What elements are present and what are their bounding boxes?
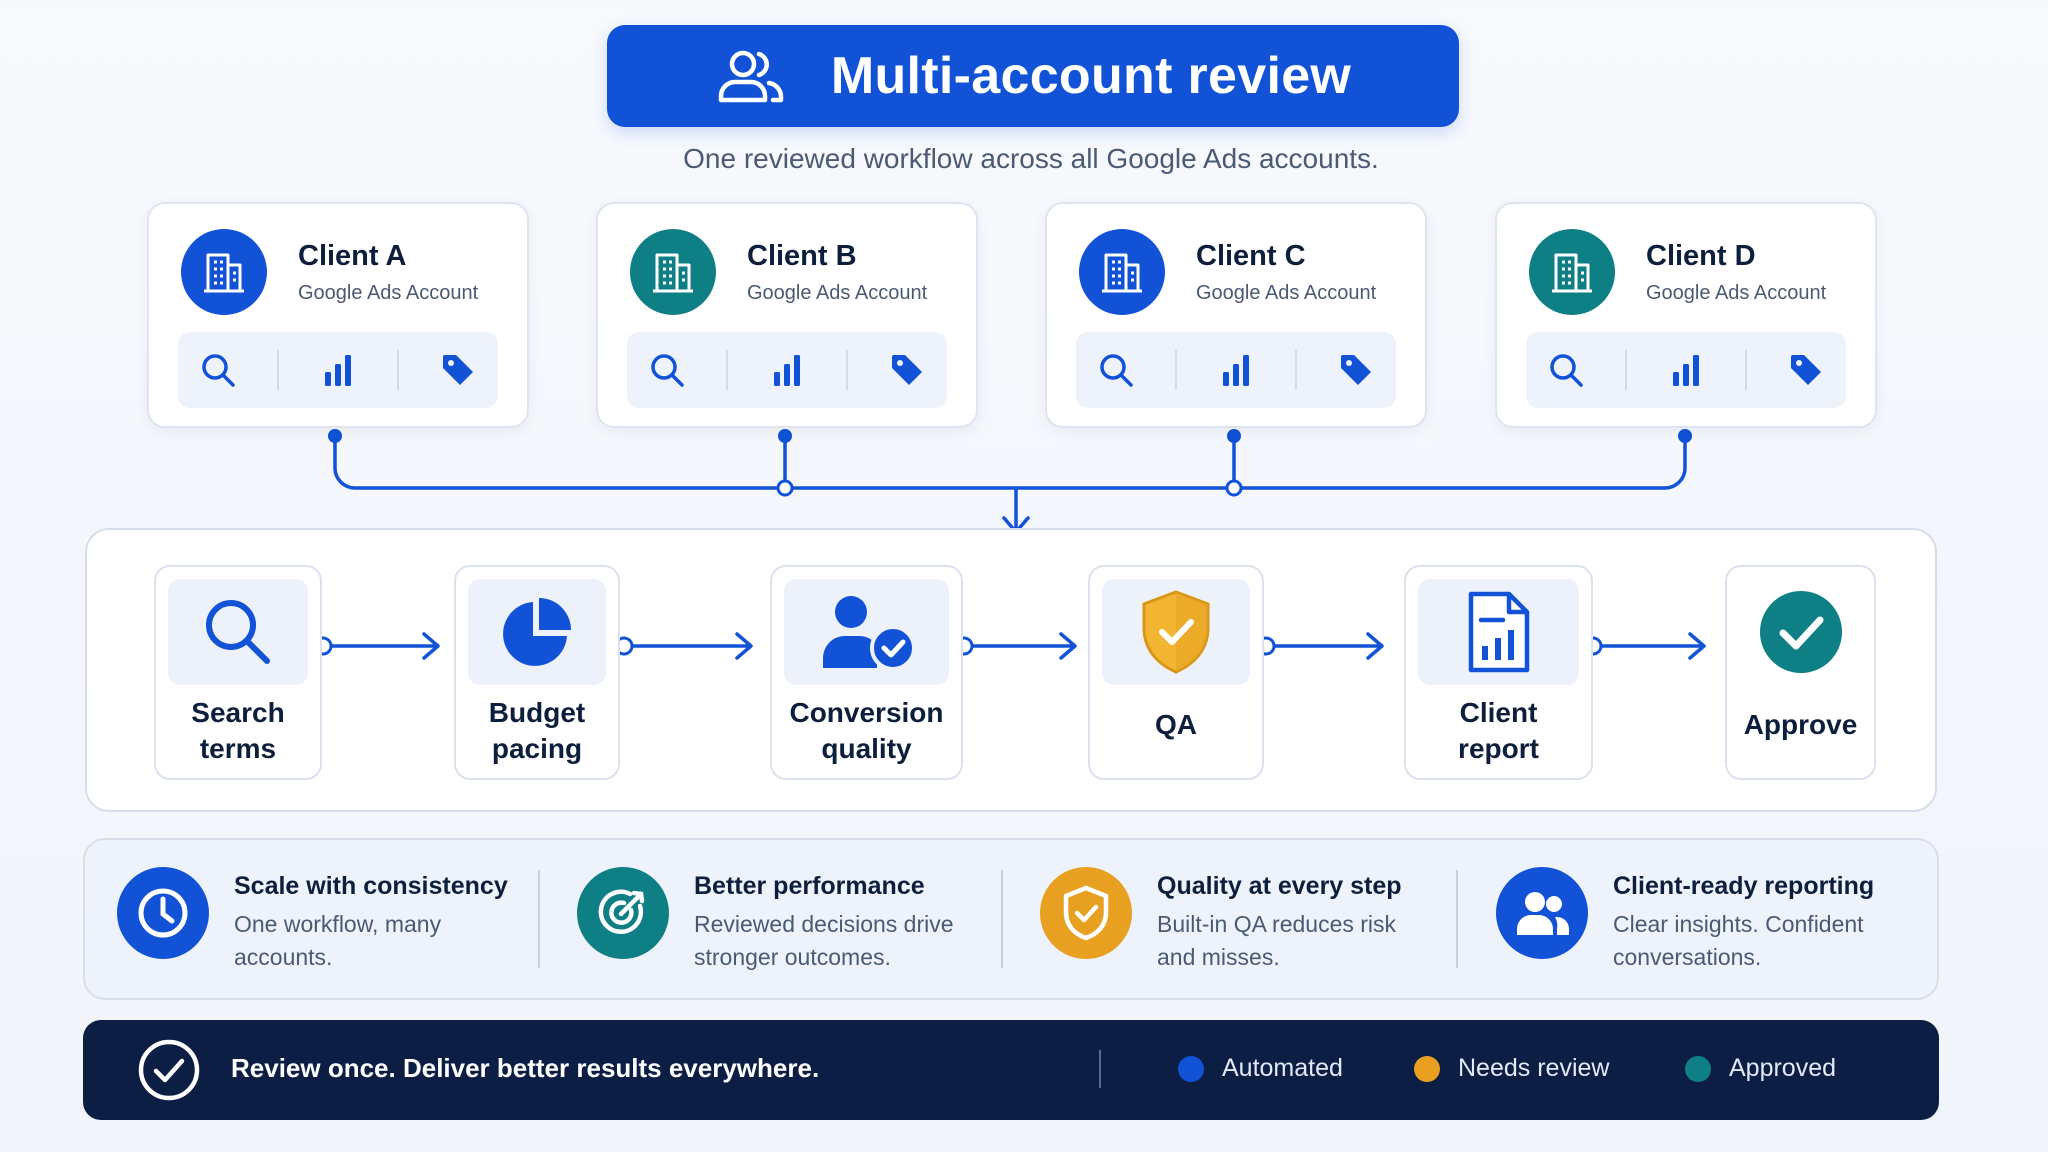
clock-icon	[117, 867, 209, 959]
bar-chart-icon[interactable]	[318, 350, 358, 390]
client-name: Client C	[1196, 240, 1306, 272]
client-card-a[interactable]: Client A Google Ads Account	[147, 202, 529, 428]
benefit-reporting: Client-ready reporting Clear insights. C…	[1496, 862, 1926, 974]
client-tools	[1076, 332, 1396, 408]
building-icon	[630, 229, 716, 315]
legend-label: Needs review	[1458, 1054, 1610, 1082]
benefit-description: Reviewed decisions drive stronger outcome…	[694, 911, 954, 970]
client-name: Client D	[1646, 240, 1756, 272]
client-subtitle: Google Ads Account	[1646, 282, 1827, 304]
footer-divider	[1099, 1050, 1101, 1088]
step-client-report[interactable]: Client report	[1404, 565, 1593, 780]
footer-message: Review once. Deliver better results ever…	[231, 1053, 820, 1083]
step-label: Search terms	[191, 697, 285, 764]
title-banner: Multi-account review	[607, 25, 1459, 127]
benefit-scale: Scale with consistency One workflow, man…	[117, 862, 537, 974]
search-icon[interactable]	[1096, 350, 1136, 390]
tag-icon[interactable]	[887, 350, 927, 390]
check-circle-icon	[138, 1039, 200, 1101]
tag-icon[interactable]	[1786, 350, 1826, 390]
search-icon[interactable]	[647, 350, 687, 390]
benefit-quality: Quality at every step Built-in QA reduce…	[1040, 862, 1460, 974]
connector-joint	[776, 479, 794, 497]
benefit-title: Client-ready reporting	[1613, 872, 1875, 900]
connector-node	[778, 429, 792, 443]
step-budget-pacing[interactable]: Budget pacing	[454, 565, 620, 780]
benefit-description: Built-in QA reduces risk and misses.	[1157, 911, 1397, 970]
connector-node	[1678, 429, 1692, 443]
benefit-performance: Better performance Reviewed decisions dr…	[577, 862, 997, 974]
client-tools	[178, 332, 498, 408]
pie-chart-icon	[503, 598, 571, 666]
client-subtitle: Google Ads Account	[1196, 282, 1377, 304]
step-label: Approve	[1743, 709, 1858, 740]
legend-label: Approved	[1729, 1054, 1837, 1082]
client-card-d[interactable]: Client D Google Ads Account	[1495, 202, 1877, 428]
search-icon[interactable]	[1546, 350, 1586, 390]
legend-item-automated: Automated	[1178, 1054, 1343, 1083]
client-card-b[interactable]: Client B Google Ads Account	[596, 202, 978, 428]
client-subtitle: Google Ads Account	[298, 282, 479, 304]
tag-icon[interactable]	[1336, 350, 1376, 390]
bar-chart-icon[interactable]	[767, 350, 807, 390]
benefit-title: Scale with consistency	[234, 872, 508, 900]
step-qa[interactable]: QA	[1088, 565, 1264, 780]
shield-check-icon	[1040, 867, 1132, 959]
benefit-description: One workflow, many accounts.	[234, 911, 442, 970]
legend-dot	[1178, 1055, 1204, 1082]
connector-joint	[1225, 479, 1243, 497]
legend-dot	[1685, 1055, 1711, 1082]
step-label: Budget pacing	[488, 697, 586, 764]
search-icon	[206, 600, 270, 664]
client-name: Client A	[298, 240, 407, 272]
page-subtitle: One reviewed workflow across all Google …	[683, 143, 1379, 174]
client-tools	[1526, 332, 1846, 408]
benefit-title: Quality at every step	[1157, 872, 1402, 900]
benefit-divider	[1001, 870, 1003, 968]
legend-label: Automated	[1222, 1054, 1343, 1082]
building-icon	[1079, 229, 1165, 315]
report-icon	[1468, 591, 1529, 673]
building-icon	[1529, 229, 1615, 315]
building-icon	[181, 229, 267, 315]
workflow-panel	[85, 528, 1937, 812]
bar-chart-icon[interactable]	[1666, 350, 1706, 390]
client-card-c[interactable]: Client C Google Ads Account	[1045, 202, 1427, 428]
step-conversion-quality[interactable]: Conversion quality	[770, 565, 963, 780]
client-name: Client B	[747, 240, 857, 272]
connector-node	[328, 429, 342, 443]
tag-icon[interactable]	[438, 350, 478, 390]
search-icon[interactable]	[198, 350, 238, 390]
benefit-divider	[538, 870, 540, 968]
benefit-divider	[1456, 870, 1458, 968]
step-label: QA	[1155, 709, 1197, 740]
legend-item-approved: Approved	[1685, 1054, 1836, 1083]
target-icon	[577, 867, 669, 959]
step-label: Conversion quality	[789, 697, 944, 764]
client-tools	[627, 332, 947, 408]
bar-chart-icon[interactable]	[1216, 350, 1256, 390]
connector-node	[1227, 429, 1241, 443]
step-approve[interactable]: Approve	[1725, 565, 1876, 780]
check-circle-icon	[1759, 591, 1842, 673]
benefit-description: Clear insights. Confident conversations.	[1613, 911, 1864, 970]
shield-check-icon	[1142, 590, 1210, 674]
client-subtitle: Google Ads Account	[747, 282, 928, 304]
legend-item-needs-review: Needs review	[1414, 1054, 1609, 1083]
benefit-title: Better performance	[694, 872, 925, 900]
user-check-icon	[822, 596, 916, 671]
page-title: Multi-account review	[830, 47, 1352, 105]
step-label: Client report	[1458, 697, 1539, 764]
step-search-terms[interactable]: Search terms	[154, 565, 322, 780]
legend-dot	[1414, 1055, 1440, 1082]
users-icon	[718, 50, 784, 103]
users-icon	[1496, 867, 1588, 959]
